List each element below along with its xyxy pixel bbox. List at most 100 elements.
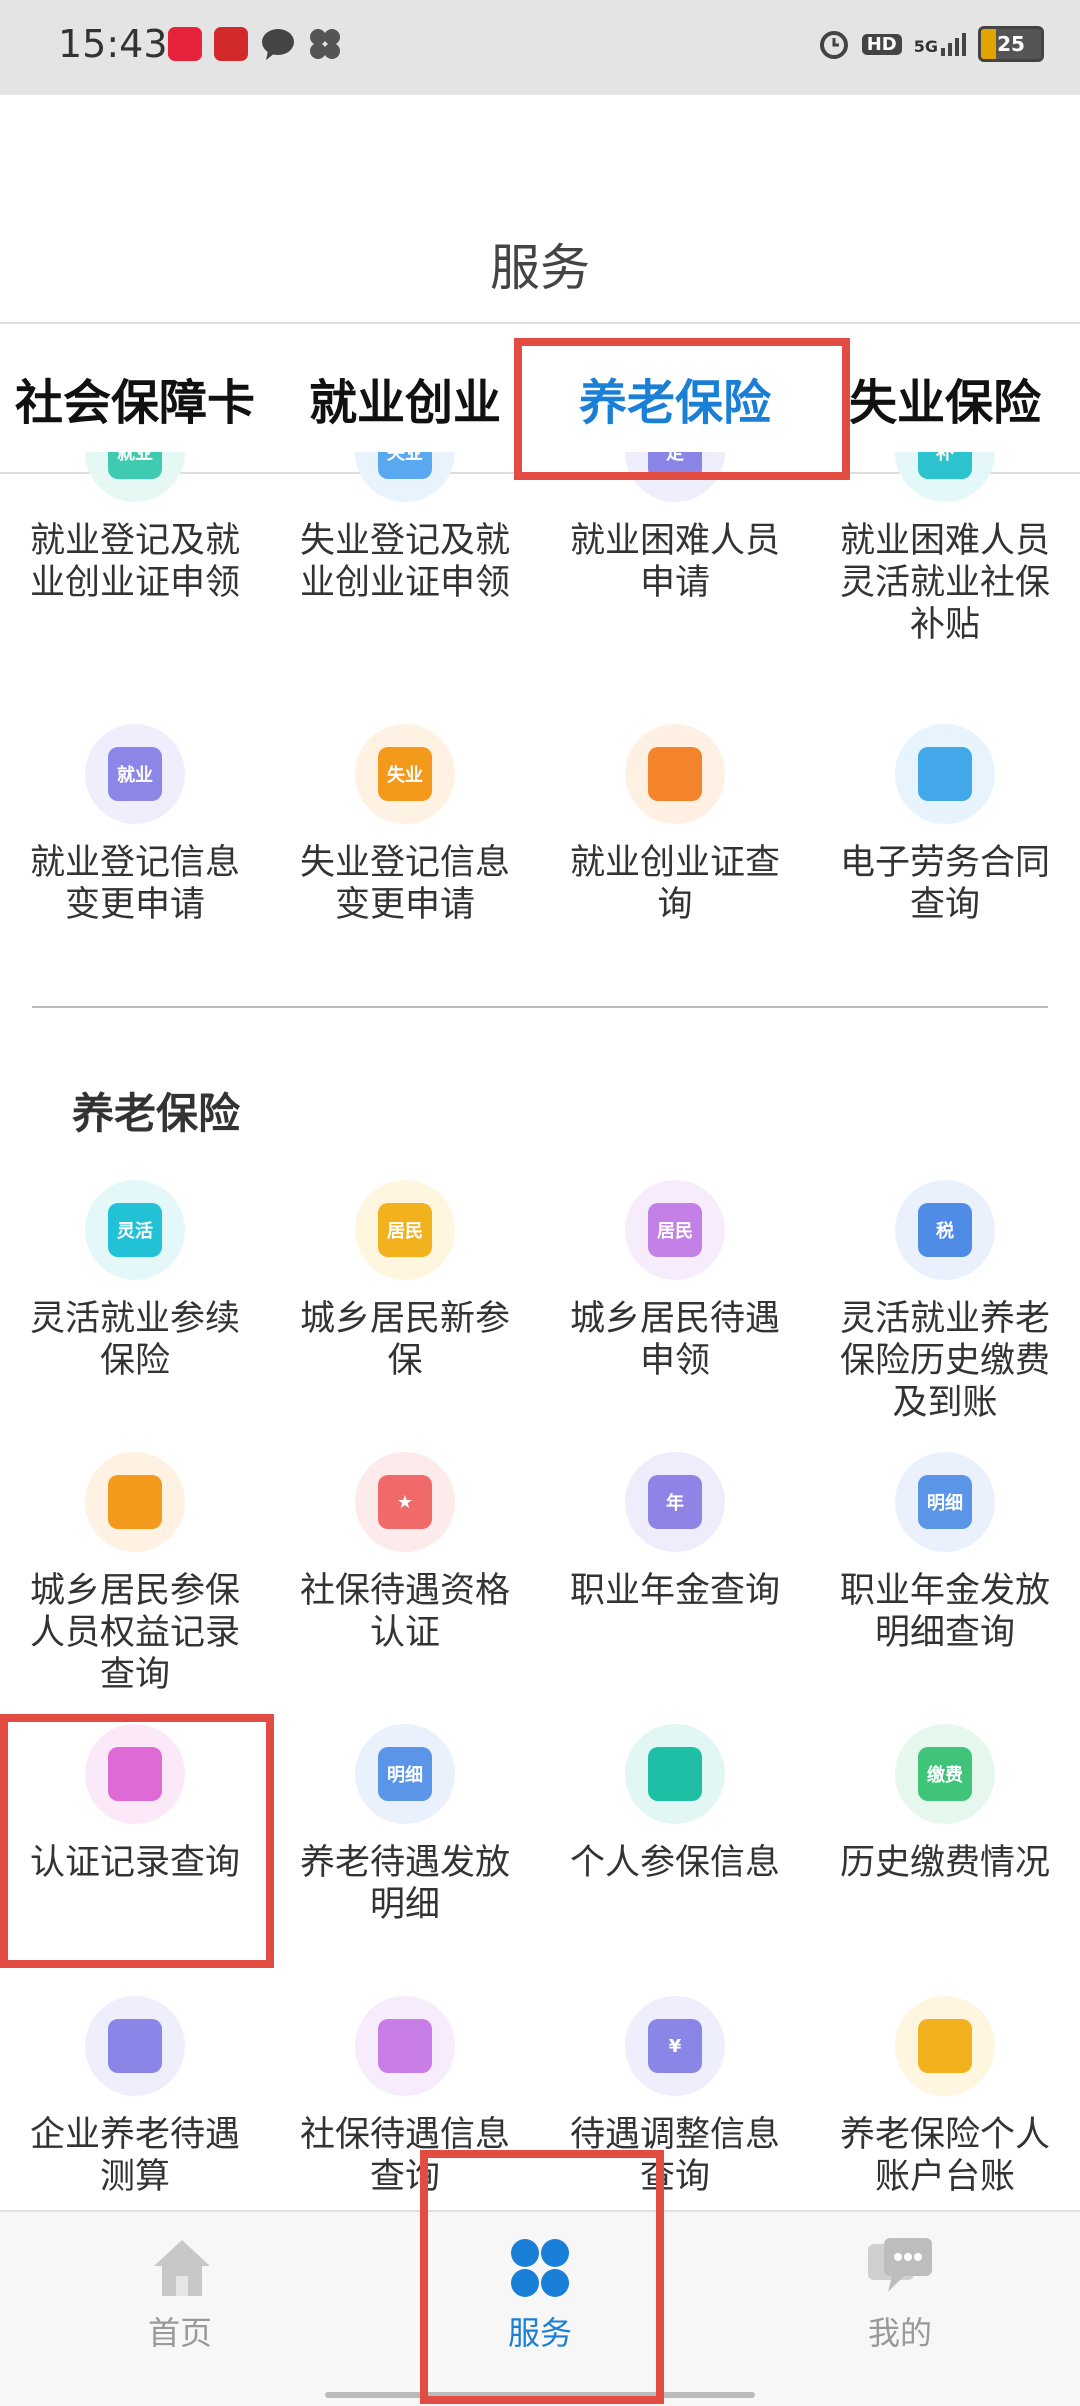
notification-icons — [168, 27, 342, 61]
status-bar: 15:43 HD 5G 25 — [0, 0, 1080, 95]
resident-enroll-icon: 居民 — [378, 1203, 432, 1257]
employment_items-label: 失业登记及就业创业证申领 — [300, 521, 511, 603]
signal-indicator: 5G — [913, 32, 966, 56]
employment_items-label: 就业困难人员申请 — [570, 521, 781, 603]
benefit-info-icon — [378, 2019, 432, 2073]
icon-badge-text: 灵活 — [117, 1221, 153, 1242]
tab-unemployment-insurance[interactable]: 失业保险 — [810, 324, 1080, 472]
pinwheel-icon — [310, 29, 340, 59]
icon-badge-text: 缴费 — [927, 1765, 963, 1786]
cert-query-icon — [648, 747, 702, 801]
tax-payment-icon: 税 — [918, 1203, 972, 1257]
employment_items-label: 就业登记及就业创业证申领 — [30, 521, 241, 603]
pension_items-label: 灵活就业参续保险 — [30, 1299, 241, 1381]
circle-icon-bg: 缴费 — [895, 1724, 995, 1824]
circle-icon-bg — [625, 724, 725, 824]
nav-home-label: 首页 — [147, 2314, 212, 2352]
pension_items-label: 城乡居民新参保 — [300, 1299, 511, 1381]
app-notification-icon — [168, 27, 202, 61]
icon-badge-text: 明细 — [927, 1493, 963, 1514]
pension_items-label: 城乡居民待遇申领 — [570, 1299, 781, 1381]
circle-icon-bg — [625, 1724, 725, 1824]
pension_items-label: 历史缴费情况 — [840, 1843, 1051, 1883]
app-notification-icon — [214, 27, 248, 61]
pension_items-label: 社保待遇资格认证 — [300, 1571, 511, 1653]
pension_items-label: 职业年金发放明细查询 — [840, 1571, 1051, 1653]
flexible-insurance-icon: 灵活 — [108, 1203, 162, 1257]
highlight-nav-services — [420, 2150, 664, 2404]
circle-icon-bg: 居民 — [355, 1180, 455, 1280]
employment_items-label: 电子劳务合同查询 — [840, 843, 1051, 925]
status-time: 15:43 — [58, 22, 168, 66]
circle-icon-bg: ¥ — [625, 1996, 725, 2096]
icon-badge-text: 就业 — [117, 765, 153, 786]
employment_items-label: 就业困难人员灵活就业社保补贴 — [840, 521, 1051, 645]
tab-employment[interactable]: 就业创业 — [270, 324, 540, 472]
pension_items-label: 企业养老待遇测算 — [30, 2115, 241, 2197]
icon-badge-text: ¥ — [668, 2035, 682, 2057]
icon-badge-text: 居民 — [657, 1221, 693, 1242]
circle-icon-bg — [895, 724, 995, 824]
circle-icon-bg: 明细 — [355, 1724, 455, 1824]
network-type: 5G — [913, 36, 938, 56]
icon-badge-text: 失业 — [387, 765, 423, 786]
pension_items-label: 灵活就业养老保险历史缴费及到账 — [840, 1299, 1051, 1423]
circle-icon-bg — [85, 1452, 185, 1552]
pension_items-label: 个人参保信息 — [570, 1843, 781, 1883]
hd-indicator: HD — [861, 33, 902, 55]
page-title: 服务 — [490, 239, 590, 297]
nav-home[interactable]: 首页 — [80, 2212, 280, 2406]
icon-badge-text: ★ — [396, 1491, 414, 1513]
circle-icon-bg: 失业 — [355, 724, 455, 824]
circle-icon-bg: 年 — [625, 1452, 725, 1552]
circle-icon-bg: 就业 — [85, 724, 185, 824]
icon-badge-text: 税 — [936, 1221, 954, 1242]
section-title-pension: 养老保险 — [72, 1089, 241, 1138]
pension_items-label: 职业年金查询 — [570, 1571, 781, 1611]
circle-icon-bg: 灵活 — [85, 1180, 185, 1280]
benefit-adjust-icon: ¥ — [648, 2019, 702, 2073]
nav-profile[interactable]: 我的 — [800, 2212, 1000, 2406]
alarm-icon — [819, 31, 848, 59]
icon-badge-text: 居民 — [387, 1221, 423, 1242]
section-divider — [32, 1006, 1048, 1008]
personal-info-icon — [648, 1747, 702, 1801]
annuity-detail-icon: 明细 — [918, 1475, 972, 1529]
pension_items-label: 城乡居民参保人员权益记录查询 — [30, 1571, 241, 1695]
pension_items-label: 养老保险个人账户台账 — [840, 2115, 1051, 2197]
payment-history-icon: 缴费 — [918, 1747, 972, 1801]
status-right: HD 5G 25 — [818, 26, 1044, 62]
pension-calc-icon — [108, 2019, 162, 2073]
profile-chat-icon — [868, 2238, 932, 2292]
home-icon — [154, 2240, 210, 2296]
employment_items-label: 就业登记信息变更申请 — [30, 843, 241, 925]
icon-badge-text: 年 — [666, 1493, 684, 1514]
nav-profile-label: 我的 — [867, 2314, 932, 2352]
employment_items-label: 就业创业证查询 — [570, 843, 781, 925]
employment_items-label: 失业登记信息变更申请 — [300, 843, 511, 925]
battery-indicator: 25 — [978, 26, 1044, 62]
contract-query-icon — [918, 747, 972, 801]
circle-icon-bg — [355, 1996, 455, 2096]
rights-record-icon — [108, 1475, 162, 1529]
chat-bubble-icon — [262, 29, 294, 60]
pension-detail-icon: 明细 — [378, 1747, 432, 1801]
battery-level: 25 — [997, 32, 1025, 56]
qualification-badge-icon: ★ — [378, 1475, 432, 1529]
employment-change-icon: 就业 — [108, 747, 162, 801]
circle-icon-bg: 居民 — [625, 1180, 725, 1280]
resident-benefit-icon: 居民 — [648, 1203, 702, 1257]
circle-icon-bg: 明细 — [895, 1452, 995, 1552]
annuity-coins-icon: 年 — [648, 1475, 702, 1529]
unemployment-change-icon: 失业 — [378, 747, 432, 801]
tab-social-security-card[interactable]: 社会保障卡 — [0, 324, 270, 472]
pension-ledger-icon — [918, 2019, 972, 2073]
icon-badge-text: 明细 — [387, 1765, 423, 1786]
pension_items-label: 养老待遇发放明细 — [300, 1843, 511, 1925]
circle-icon-bg: 税 — [895, 1180, 995, 1280]
circle-icon-bg — [895, 1996, 995, 2096]
highlight-tab-pension — [514, 338, 850, 480]
highlight-auth-record — [0, 1714, 274, 1968]
circle-icon-bg — [85, 1996, 185, 2096]
circle-icon-bg: ★ — [355, 1452, 455, 1552]
